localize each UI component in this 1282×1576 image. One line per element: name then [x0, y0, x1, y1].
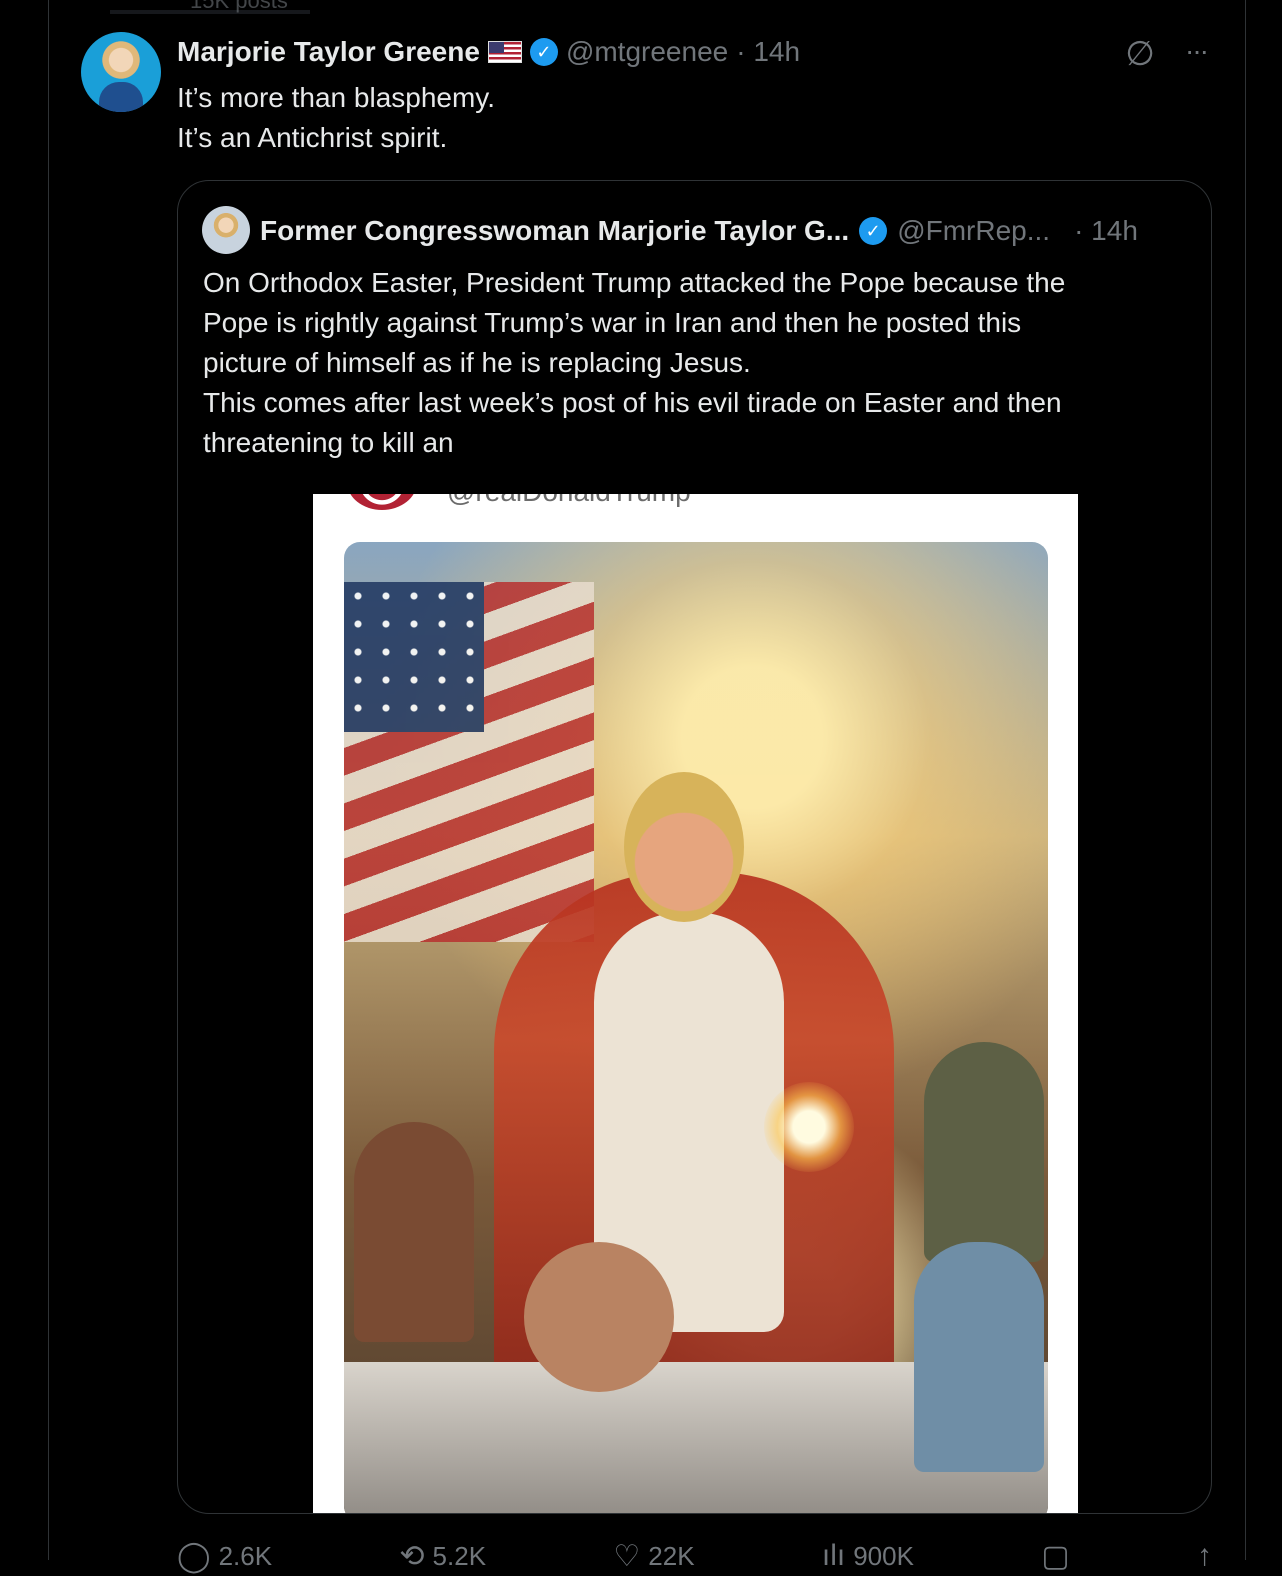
author-avatar[interactable] — [81, 32, 161, 112]
previous-post-count: 15K posts — [190, 0, 288, 13]
repost-icon: ⟲ — [399, 1539, 425, 1573]
like-count: 22K — [648, 1540, 695, 1571]
quoted-post-header: Former Congresswoman Marjorie Taylor G..… — [260, 209, 1200, 253]
bookmark-icon: ▢ — [1041, 1539, 1070, 1573]
painting-image — [344, 542, 1048, 1513]
quoted-post-time: · 14h — [1074, 215, 1138, 246]
painting-person — [354, 1122, 474, 1342]
grok-icon[interactable]: ∅ — [1120, 34, 1160, 74]
verified-badge-icon: ✓ — [859, 217, 888, 245]
painting-light — [764, 1082, 854, 1172]
like-button[interactable]: ♡ 22K — [613, 1536, 694, 1576]
heart-icon: ♡ — [613, 1539, 641, 1573]
quoted-text-line: On Orthodox Easter, President Trump atta… — [203, 267, 1066, 298]
us-flag-icon — [487, 41, 522, 63]
author-handle[interactable]: @mtgreenee — [566, 36, 728, 68]
reply-icon: ◯ — [177, 1539, 211, 1573]
bookmark-button[interactable]: ▢ — [1041, 1536, 1069, 1576]
quoted-text-line: picture of himself as if he is replacing… — [203, 347, 751, 378]
quoted-post-image[interactable]: @realDonaldTrump — [313, 494, 1078, 1513]
share-button[interactable]: ↑ — [1197, 1536, 1212, 1576]
quoted-post-text: On Orthodox Easter, President Trump atta… — [203, 263, 1193, 463]
reply-count: 2.6K — [218, 1540, 273, 1571]
post-text-line: It’s an Antichrist spirit. — [177, 122, 448, 153]
reply-button[interactable]: ◯ 2.6K — [177, 1536, 272, 1576]
post-text-line: It’s more than blasphemy. — [177, 82, 496, 113]
quoted-text-line: This comes after last week’s post of his… — [203, 387, 1062, 418]
views-icon: ılı — [821, 1539, 846, 1572]
share-icon: ↑ — [1196, 1539, 1212, 1572]
post-text: It’s more than blasphemy. It’s an Antich… — [177, 78, 1157, 158]
painting-soldier — [924, 1042, 1044, 1262]
quoted-author-handle: @FmrRep... — [897, 215, 1051, 246]
author-name[interactable]: Marjorie Taylor Greene — [177, 36, 480, 68]
repost-count: 5.2K — [432, 1540, 487, 1571]
views-button[interactable]: ılı 900K — [822, 1536, 914, 1576]
painting-nurse — [914, 1242, 1044, 1472]
media-avatar — [347, 494, 417, 510]
quoted-text-line: threatening to kill an — [203, 427, 454, 458]
quoted-text-line: Pope is rightly against Trump’s war in I… — [203, 307, 1022, 338]
media-handle: @realDonaldTrump — [447, 494, 691, 508]
quoted-author-name: Former Congresswoman Marjorie Taylor G..… — [260, 215, 850, 246]
quoted-post[interactable]: Former Congresswoman Marjorie Taylor G..… — [177, 180, 1212, 1514]
post-time[interactable]: · 14h — [736, 36, 800, 68]
views-count: 900K — [853, 1540, 914, 1571]
post-actions: ◯ 2.6K ⟲ 5.2K ♡ 22K ılı 900K ▢ ↑ — [177, 1536, 1212, 1576]
painting-head — [624, 772, 744, 922]
painting-flag — [344, 582, 594, 942]
quoted-author-avatar[interactable] — [202, 206, 250, 254]
repost-button[interactable]: ⟲ 5.2K — [399, 1536, 486, 1576]
post-header: Marjorie Taylor Greene ✓ @mtgreenee · 14… — [177, 30, 800, 74]
verified-badge-icon[interactable]: ✓ — [529, 38, 558, 66]
more-icon[interactable]: ··· — [1176, 34, 1216, 74]
painting-patient — [524, 1242, 674, 1392]
